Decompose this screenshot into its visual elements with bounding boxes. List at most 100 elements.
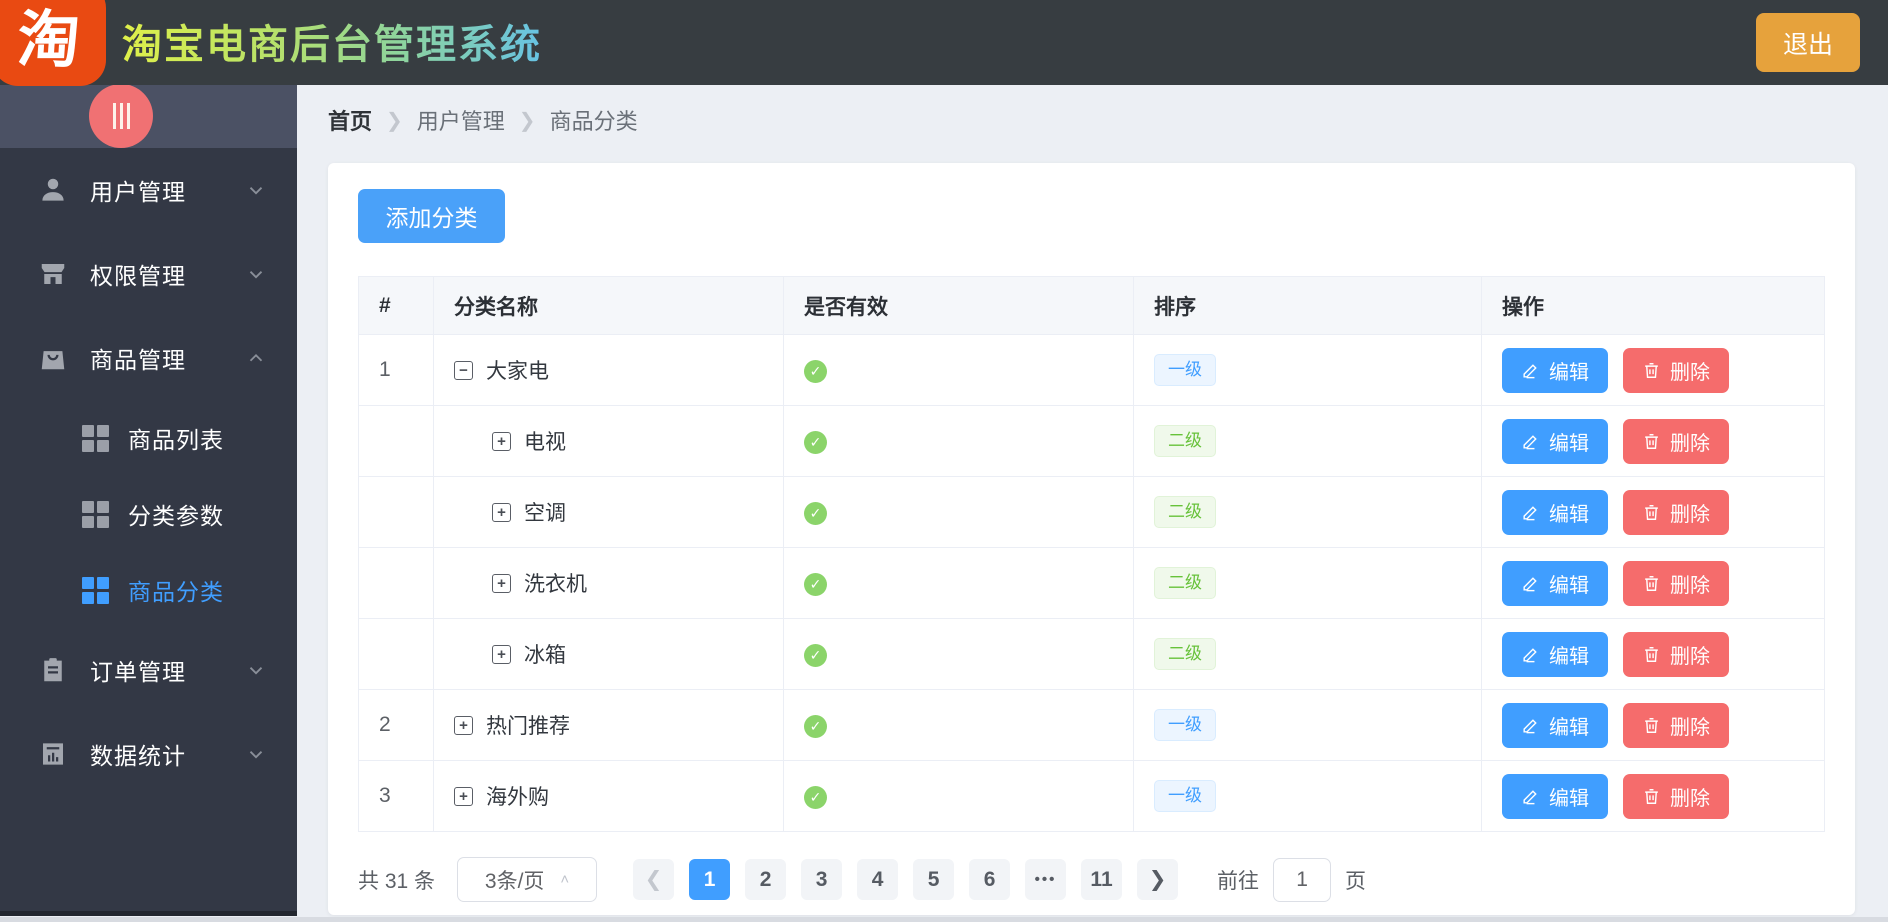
expand-node-icon[interactable]: + xyxy=(454,786,473,806)
expand-node-icon[interactable]: + xyxy=(492,502,511,522)
sidebar-collapse-toggle[interactable] xyxy=(89,84,153,148)
submenu-item-label: 商品列表 xyxy=(128,427,224,453)
expand-node-icon[interactable]: + xyxy=(492,644,511,664)
expand-node-icon[interactable]: + xyxy=(492,431,511,451)
level-badge: 一级 xyxy=(1154,708,1216,742)
app-title: 淘宝电商后台管理系统 xyxy=(122,12,542,70)
page-button-5[interactable]: 5 xyxy=(913,859,955,900)
chevron-down-icon xyxy=(249,751,263,759)
goto-suffix: 页 xyxy=(1345,869,1367,893)
more-pages-button[interactable]: ••• xyxy=(1025,859,1067,900)
chevron-right-icon: ❯ xyxy=(518,109,536,132)
valid-check-icon: ✓ xyxy=(804,643,827,667)
cell-index: 2 xyxy=(358,689,434,761)
category-tree-node: + 电视 xyxy=(492,426,783,456)
delete-button[interactable]: 删除 xyxy=(1623,418,1729,464)
delete-button[interactable]: 删除 xyxy=(1623,702,1729,748)
logo-glyph: 淘 xyxy=(15,6,82,75)
chevron-down-icon: ˄ xyxy=(560,871,570,888)
page-button-11[interactable]: 11 xyxy=(1081,859,1123,900)
stats-icon xyxy=(43,743,63,765)
page-button-6[interactable]: 6 xyxy=(969,859,1011,900)
grid-icon xyxy=(82,425,109,452)
delete-button[interactable]: 删除 xyxy=(1623,560,1729,606)
column-header-valid: 是否有效 xyxy=(783,276,1134,335)
logout-button[interactable]: 退出 xyxy=(1756,13,1860,72)
sidebar: 用户管理 权限管理 商品管理 商品列表 分类参数 商品分类 订单管理 数据统计 xyxy=(0,84,297,916)
main-content: 首页 ❯ 用户管理 ❯ 商品分类 添加分类 # 分类名称 是否有效 排序 操作 xyxy=(297,85,1888,922)
sidebar-item-category-params[interactable]: 分类参数 xyxy=(0,476,297,552)
category-name: 电视 xyxy=(524,431,566,454)
table-row: 1− 大家电 ✓ 一级 编辑 删除 xyxy=(358,334,1825,406)
goto-page-input[interactable] xyxy=(1273,857,1332,902)
content-card: 添加分类 # 分类名称 是否有效 排序 操作 1− 大家电 ✓ 一级 编辑 删除 + 电视 ✓ 二… xyxy=(328,163,1855,915)
category-name: 空调 xyxy=(524,502,566,525)
sidebar-top-strip xyxy=(0,84,297,148)
level-badge: 二级 xyxy=(1154,637,1216,671)
delete-button[interactable]: 删除 xyxy=(1623,489,1729,535)
table-row: + 空调 ✓ 二级 编辑 删除 xyxy=(358,476,1825,548)
cell-index: 1 xyxy=(358,334,434,406)
edit-button[interactable]: 编辑 xyxy=(1502,347,1608,393)
edit-button[interactable]: 编辑 xyxy=(1502,631,1608,677)
pencil-icon xyxy=(1523,647,1537,662)
delete-button[interactable]: 删除 xyxy=(1623,773,1729,819)
page-button-1[interactable]: 1 xyxy=(689,859,731,900)
edit-button[interactable]: 编辑 xyxy=(1502,702,1608,748)
pencil-icon xyxy=(1523,718,1537,733)
edit-button[interactable]: 编辑 xyxy=(1502,489,1608,535)
sidebar-item-product-list[interactable]: 商品列表 xyxy=(0,400,297,476)
level-badge: 一级 xyxy=(1154,353,1216,387)
previous-page-button[interactable]: ❮ xyxy=(633,859,675,900)
edit-button[interactable]: 编辑 xyxy=(1502,560,1608,606)
table-row: 3 + 海外购 ✓ 一级 编辑 删除 xyxy=(358,760,1825,832)
category-name: 大家电 xyxy=(486,360,549,383)
bottom-scroll-strip xyxy=(0,917,1888,922)
user-icon xyxy=(42,178,64,201)
column-header-actions: 操作 xyxy=(1481,276,1825,335)
column-header-name: 分类名称 xyxy=(433,276,784,335)
taobao-logo: 淘 xyxy=(0,0,106,86)
sidebar-item-user-management[interactable]: 用户管理 xyxy=(0,148,297,232)
chevron-down-icon xyxy=(249,667,263,675)
page-size-select[interactable]: 3条/页 ˄ xyxy=(457,857,598,902)
page-button-3[interactable]: 3 xyxy=(801,859,843,900)
pencil-icon xyxy=(1523,789,1537,804)
next-page-button[interactable]: ❯ xyxy=(1137,859,1179,900)
page-button-2[interactable]: 2 xyxy=(745,859,787,900)
delete-button[interactable]: 删除 xyxy=(1623,631,1729,677)
expand-node-icon[interactable]: + xyxy=(454,715,473,735)
sidebar-item-product-management[interactable]: 商品管理 xyxy=(0,316,297,400)
breadcrumb-user-management[interactable]: 用户管理 xyxy=(417,104,505,136)
delete-button[interactable]: 删除 xyxy=(1623,347,1729,393)
valid-check-icon: ✓ xyxy=(804,714,827,738)
cell-index xyxy=(358,476,434,548)
level-badge: 二级 xyxy=(1154,424,1216,458)
trash-icon xyxy=(1645,788,1658,804)
trash-icon xyxy=(1645,717,1658,733)
edit-button[interactable]: 编辑 xyxy=(1502,418,1608,464)
chevron-down-icon xyxy=(249,187,263,195)
category-tree-node: + 空调 xyxy=(492,497,783,527)
pencil-icon xyxy=(1523,363,1537,378)
submenu-item-label: 商品分类 xyxy=(128,579,224,605)
sidebar-item-product-categories[interactable]: 商品分类 xyxy=(0,552,297,628)
page-size-value: 3条/页 xyxy=(484,869,545,893)
category-tree-node: − 大家电 xyxy=(454,355,783,385)
categories-table: # 分类名称 是否有效 排序 操作 1− 大家电 ✓ 一级 编辑 删除 + 电视 ✓ 二级 编辑 删除… xyxy=(358,276,1825,832)
add-category-button[interactable]: 添加分类 xyxy=(358,189,505,243)
collapse-node-icon[interactable]: − xyxy=(454,360,473,380)
sidebar-item-permission-management[interactable]: 权限管理 xyxy=(0,232,297,316)
category-name: 洗衣机 xyxy=(524,573,587,596)
sidebar-item-data-statistics[interactable]: 数据统计 xyxy=(0,712,297,796)
sidebar-item-order-management[interactable]: 订单管理 xyxy=(0,628,297,712)
breadcrumb-home[interactable]: 首页 xyxy=(328,104,372,136)
chevron-right-icon: ❯ xyxy=(386,109,403,132)
sidebar-item-label: 订单管理 xyxy=(90,659,186,685)
expand-node-icon[interactable]: + xyxy=(492,573,511,593)
page-button-4[interactable]: 4 xyxy=(857,859,899,900)
sidebar-item-label: 数据统计 xyxy=(90,743,186,769)
edit-button[interactable]: 编辑 xyxy=(1502,773,1608,819)
trash-icon xyxy=(1645,504,1658,520)
grid-icon xyxy=(82,501,109,528)
